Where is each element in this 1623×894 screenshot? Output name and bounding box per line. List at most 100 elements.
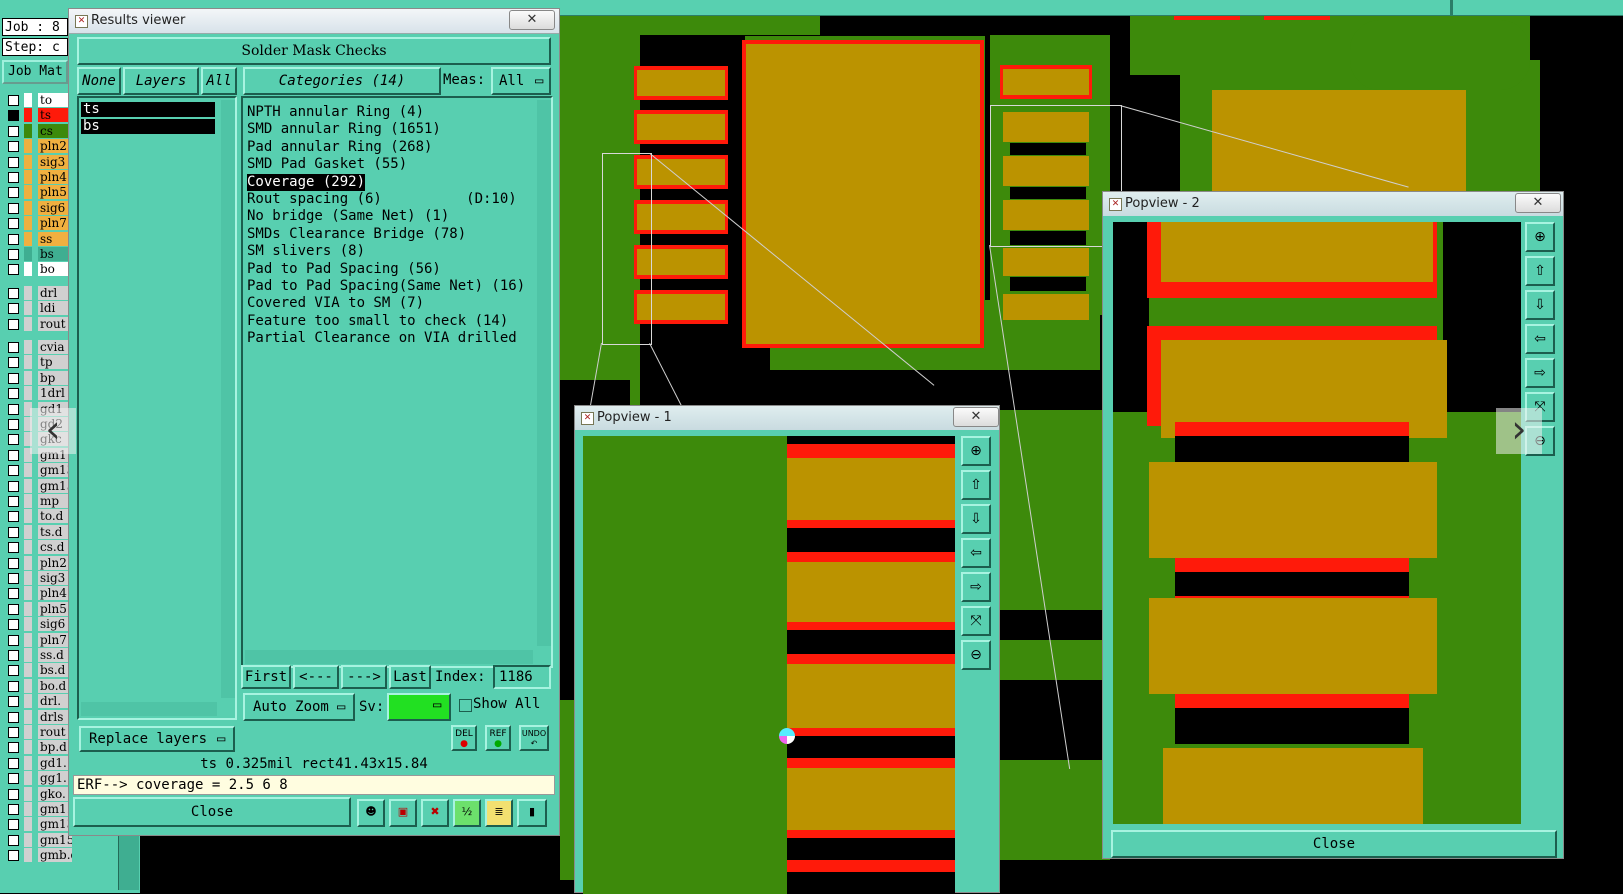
layer-name[interactable]: to — [38, 93, 72, 107]
layer-row[interactable]: tp — [4, 355, 72, 370]
layer-color-swatch[interactable] — [24, 694, 32, 709]
layer-name[interactable]: sig3 — [38, 154, 72, 169]
category-item[interactable]: Coverage (292) — [247, 173, 366, 191]
layer-row[interactable]: drls — [4, 709, 72, 725]
layer-color-swatch[interactable] — [24, 231, 32, 246]
layer-name[interactable]: gm15 — [38, 478, 72, 493]
layer-color-swatch[interactable] — [24, 185, 32, 200]
layer-checkbox[interactable] — [8, 342, 19, 353]
layer-checkbox[interactable] — [8, 187, 19, 199]
category-item[interactable]: Partial Clearance on VIA drilled — [247, 330, 517, 347]
layer-color-swatch[interactable] — [24, 386, 32, 401]
layer-name[interactable]: bp — [38, 370, 72, 385]
layer-name[interactable]: gmb.d — [38, 848, 72, 863]
layer-name[interactable]: gm13 — [38, 463, 72, 478]
layer-name[interactable]: ss.d — [38, 648, 72, 662]
results-layer-item[interactable]: bs — [81, 119, 215, 134]
layer-color-swatch[interactable] — [24, 817, 32, 832]
layer-name[interactable]: gm13 — [38, 817, 72, 832]
layer-row[interactable]: gm15.d — [4, 832, 72, 848]
layer-checkbox[interactable] — [8, 95, 19, 106]
layer-color-swatch[interactable] — [24, 617, 32, 632]
layer-color-swatch[interactable] — [24, 108, 32, 123]
layer-checkbox[interactable] — [8, 465, 19, 477]
layer-color-swatch[interactable] — [24, 93, 32, 107]
layer-row[interactable]: 1drl — [4, 386, 72, 401]
category-item[interactable]: SMD Pad Gasket (55) — [247, 156, 407, 173]
category-item[interactable]: NPTH annular Ring (4) — [247, 104, 424, 121]
layer-checkbox[interactable] — [8, 318, 19, 330]
layer-color-swatch[interactable] — [24, 301, 32, 316]
layer-checkbox[interactable] — [8, 727, 19, 738]
layer-color-swatch[interactable] — [24, 316, 32, 331]
layer-color-swatch[interactable] — [24, 154, 32, 169]
layer-row[interactable]: gko. — [4, 786, 72, 802]
layer-color-swatch[interactable] — [24, 540, 32, 555]
layer-checkbox[interactable] — [8, 403, 19, 415]
category-list-scrollbar[interactable] — [537, 100, 551, 646]
close-icon[interactable]: ✕ — [953, 407, 999, 427]
layer-color-swatch[interactable] — [24, 663, 32, 678]
layer-row[interactable]: ts — [4, 108, 72, 123]
layer-name[interactable]: to.d — [38, 509, 72, 524]
category-item[interactable]: Pad annular Ring (268) — [247, 139, 432, 156]
layer-row[interactable]: gm1. — [4, 802, 72, 817]
layer-checkbox[interactable] — [8, 434, 19, 446]
layer-name[interactable]: gd1. — [38, 755, 72, 770]
layer-checkbox[interactable] — [8, 125, 19, 137]
category-item[interactable]: SMDs Clearance Bridge (78) — [247, 226, 466, 243]
next-image-arrow[interactable]: › — [1496, 408, 1542, 454]
layer-row[interactable]: ldi — [4, 301, 72, 316]
layer-row[interactable]: pln7 — [4, 216, 72, 231]
person-icon[interactable]: ☻ — [357, 799, 385, 827]
layer-checkbox[interactable] — [8, 496, 19, 507]
layer-name[interactable]: pln7 — [38, 632, 72, 647]
zoom-fit-icon[interactable]: ⤧ — [961, 606, 991, 636]
layer-name[interactable]: bs — [38, 247, 72, 261]
layer-name[interactable]: pln7 — [38, 216, 72, 231]
layer-checkbox[interactable] — [8, 156, 19, 168]
layer-checkbox[interactable] — [8, 480, 19, 492]
layer-checkbox[interactable] — [8, 788, 19, 800]
layer-row[interactable]: bo.d — [4, 678, 72, 694]
layer-color-swatch[interactable] — [24, 571, 32, 585]
layer-checkbox[interactable] — [8, 357, 19, 369]
layer-checkbox[interactable] — [8, 680, 19, 692]
category-item[interactable]: SMD annular Ring (1651) — [247, 121, 441, 138]
layer-name[interactable]: ss — [38, 231, 72, 246]
layer-color-swatch[interactable] — [24, 802, 32, 816]
layer-color-swatch[interactable] — [24, 216, 32, 231]
delete-icon[interactable]: ✖ — [421, 799, 449, 827]
layer-color-swatch[interactable] — [24, 200, 32, 215]
layer-checkbox[interactable] — [8, 711, 19, 723]
layer-checkbox[interactable] — [8, 773, 19, 785]
layer-checkbox[interactable] — [8, 742, 19, 754]
layer-name[interactable]: sig3 — [38, 571, 72, 585]
layer-checkbox[interactable] — [8, 287, 19, 299]
layer-row[interactable]: gmb.d — [4, 848, 72, 863]
layer-checkbox[interactable] — [8, 757, 19, 769]
layer-name[interactable]: bo — [38, 262, 72, 277]
layer-color-swatch[interactable] — [24, 771, 32, 786]
layer-name[interactable]: pln5 — [38, 185, 72, 200]
layer-checkbox[interactable] — [8, 419, 19, 430]
record-icon[interactable]: ▣ — [389, 799, 417, 827]
layer-name[interactable]: pln2 — [38, 555, 72, 570]
layer-color-swatch[interactable] — [24, 478, 32, 493]
layer-row[interactable]: bp — [4, 370, 72, 386]
layer-row[interactable]: sig3 — [4, 571, 72, 586]
layer-name[interactable]: gg1. — [38, 771, 72, 786]
layer-row[interactable]: gm13 — [4, 463, 72, 478]
layer-checkbox[interactable] — [8, 511, 19, 523]
layer-checkbox[interactable] — [8, 588, 19, 600]
layer-name[interactable]: pln4 — [38, 586, 72, 601]
pan-down-icon[interactable]: ⇩ — [1525, 290, 1555, 320]
layer-color-swatch[interactable] — [24, 709, 32, 724]
first-button[interactable]: First — [241, 665, 291, 689]
pan-up-icon[interactable]: ⇧ — [961, 470, 991, 500]
layer-row[interactable]: gm13 — [4, 817, 72, 832]
category-list-box[interactable]: NPTH annular Ring (4) SMD annular Ring (1… — [241, 96, 553, 668]
layer-row[interactable]: drl — [4, 285, 72, 301]
zoom-in-icon[interactable]: ⊕ — [1525, 222, 1555, 252]
layer-color-swatch[interactable] — [24, 586, 32, 601]
